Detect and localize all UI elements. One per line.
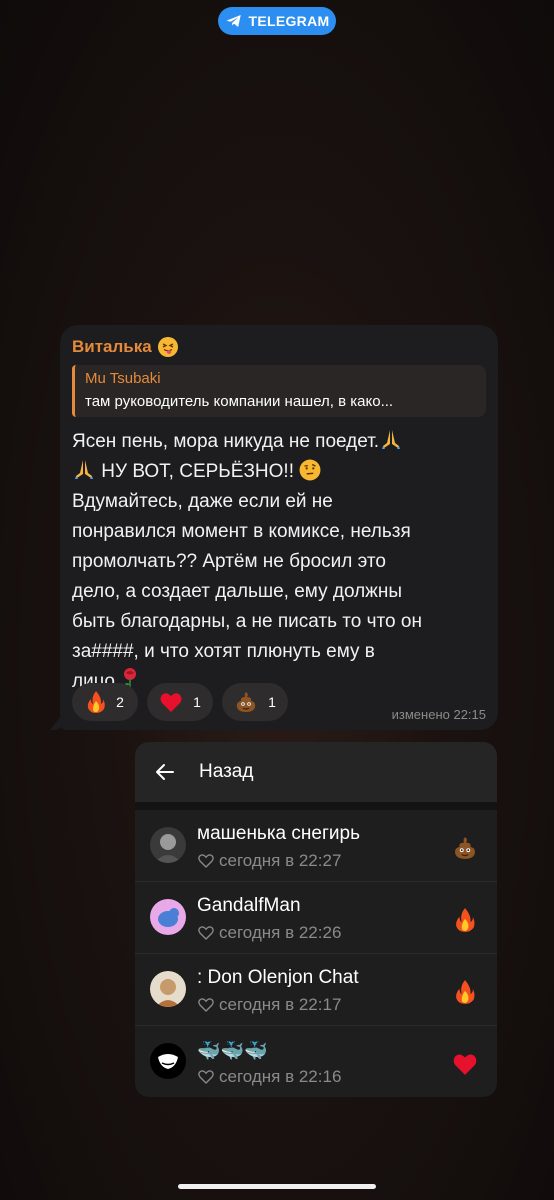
reaction-poo-button[interactable]: 1 [222, 683, 288, 721]
message-line: Ясен пень, мора никуда не поедет. [72, 431, 380, 452]
heart-outline-icon [198, 926, 214, 940]
reaction-user-row[interactable]: : Don Olenjon Chat сегодня в 22:17 [135, 954, 497, 1026]
red-heart-icon [160, 693, 182, 712]
pile-of-poo-icon [451, 834, 479, 862]
reaction-user-row[interactable]: 🐳🐳🐳 сегодня в 22:16 [135, 1026, 497, 1097]
arrow-left-icon[interactable] [153, 760, 177, 784]
avatar [150, 827, 186, 863]
user-name: GandalfMan [197, 895, 301, 916]
fire-icon [451, 906, 479, 934]
avatar [150, 971, 186, 1007]
user-name: машенька снегирь [197, 823, 360, 844]
reply-quote[interactable]: Mu Tsubaki там руководитель компании наш… [72, 365, 486, 417]
avatar [150, 1043, 186, 1079]
message-line: дело, а создает дальше, ему должны [72, 581, 403, 602]
reactions-panel: Назад машенька снегирь сегодня в 22:27 G… [135, 742, 497, 1097]
heart-outline-icon [198, 998, 214, 1012]
reaction-count: 2 [116, 694, 124, 710]
telegram-source-badge: TELEGRAM [218, 7, 336, 35]
panel-divider [135, 802, 497, 810]
badge-label: TELEGRAM [248, 13, 330, 29]
reaction-time: сегодня в 22:26 [197, 923, 341, 943]
heart-outline-icon [198, 1070, 214, 1084]
edited-timestamp: изменено 22:15 [391, 707, 486, 722]
red-heart-icon [451, 1050, 479, 1078]
heart-outline-icon [198, 854, 214, 868]
message-line: понравился момент в комиксе, нельзя [72, 521, 411, 542]
panel-header[interactable]: Назад [135, 742, 497, 802]
message-text: Ясен пень, мора никуда не поедет. НУ ВОТ… [72, 427, 484, 697]
back-label[interactable]: Назад [199, 761, 253, 783]
fire-icon [87, 691, 105, 713]
reply-author: Mu Tsubaki [85, 370, 161, 387]
reaction-count: 1 [193, 694, 201, 710]
message-line: промолчать?? Артём не бросил это [72, 551, 386, 572]
reply-text: там руководитель компании нашел, в како.… [85, 393, 394, 410]
message-sender[interactable]: Виталька [72, 335, 486, 359]
avatar [150, 899, 186, 935]
telegram-plane-icon [226, 15, 241, 27]
folded-hands-icon [75, 460, 93, 479]
squinting-tongue-face-icon [157, 337, 178, 357]
reaction-time: сегодня в 22:27 [197, 851, 341, 871]
reaction-user-row[interactable]: GandalfMan сегодня в 22:26 [135, 882, 497, 954]
folded-hands-icon [382, 430, 401, 449]
reaction-user-row[interactable]: машенька снегирь сегодня в 22:27 [135, 810, 497, 882]
user-name: 🐳🐳🐳 [197, 1041, 268, 1062]
fire-icon [451, 978, 479, 1006]
reaction-heart-button[interactable]: 1 [147, 683, 213, 721]
sender-name[interactable]: Виталька [72, 337, 152, 357]
message-line: Вдумайтесь, даже если ей не [72, 491, 333, 512]
message-line: быть благодарны, а не писать то что он [72, 611, 422, 632]
message-line: за####, и что хотят плюнуть ему в [72, 641, 375, 662]
message-bubble[interactable]: Виталька Mu Tsubaki там руководитель ком… [60, 325, 498, 730]
home-indicator[interactable] [178, 1184, 376, 1189]
message-line: НУ ВОТ, СЕРЬЁЗНО!! [96, 461, 300, 482]
reaction-time: сегодня в 22:17 [197, 995, 341, 1015]
reaction-fire-button[interactable]: 2 [72, 683, 138, 721]
pile-of-poo-icon [236, 692, 256, 712]
message-reactions: 2 1 1 [72, 683, 288, 721]
reaction-count: 1 [268, 694, 276, 710]
reaction-time: сегодня в 22:16 [197, 1067, 341, 1087]
user-name: : Don Olenjon Chat [197, 967, 359, 988]
face-with-raised-eyebrow-icon [299, 459, 321, 481]
